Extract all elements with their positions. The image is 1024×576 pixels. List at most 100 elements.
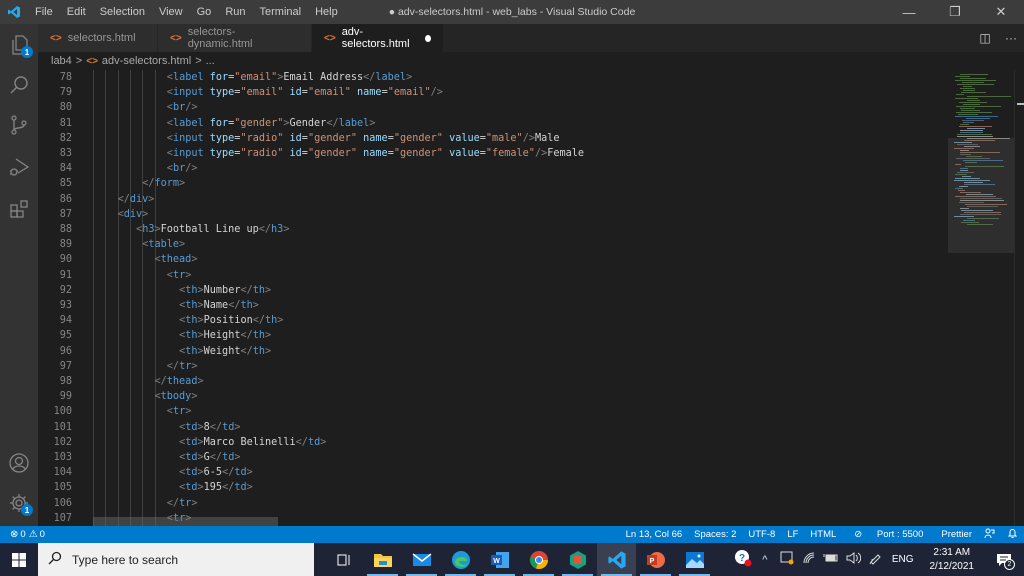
code-line[interactable]: 98 </thead> xyxy=(38,374,948,389)
code-line[interactable]: 89 <table> xyxy=(38,237,948,252)
close-button[interactable]: ✕ xyxy=(978,0,1024,24)
cursor-position[interactable]: Ln 13, Col 66 xyxy=(620,529,689,540)
more-actions-icon[interactable]: ··· xyxy=(998,31,1024,45)
code-line[interactable]: 91 <tr> xyxy=(38,268,948,283)
horizontal-scrollbar[interactable] xyxy=(93,517,278,526)
volume-icon[interactable] xyxy=(842,551,864,568)
code-line[interactable]: 96 <th>Weight</th> xyxy=(38,344,948,359)
minimap[interactable] xyxy=(948,70,1014,526)
code-line[interactable]: 88 <h3>Football Line up</h3> xyxy=(38,222,948,237)
vertical-scrollbar[interactable] xyxy=(1014,70,1024,526)
code-line[interactable]: 82 <input type="radio" id="gender" name="… xyxy=(38,131,948,146)
unsaved-dot-icon[interactable] xyxy=(425,34,431,42)
breadcrumb-symbol[interactable]: ... xyxy=(206,55,215,67)
split-editor-icon[interactable]: ◫ xyxy=(972,31,998,45)
tab-adv-selectors[interactable]: <> adv-selectors.html xyxy=(312,24,444,52)
taskbar-search-box[interactable]: Type here to search xyxy=(38,543,314,576)
menu-go[interactable]: Go xyxy=(190,0,219,24)
code-line[interactable]: 100 <tr> xyxy=(38,404,948,419)
code-line[interactable]: 93 <th>Name</th> xyxy=(38,298,948,313)
tab-selectors-dynamic[interactable]: <> selectors-dynamic.html xyxy=(158,24,312,52)
explorer-button[interactable]: 1 xyxy=(0,26,38,64)
menu-selection[interactable]: Selection xyxy=(93,0,152,24)
menu-view[interactable]: View xyxy=(152,0,190,24)
code-line[interactable]: 87 <div> xyxy=(38,207,948,222)
code-line[interactable]: 80 <br/> xyxy=(38,100,948,115)
end-of-line[interactable]: LF xyxy=(781,529,804,540)
tab-selectors[interactable]: <> selectors.html xyxy=(38,24,158,52)
html-file-icon: <> xyxy=(324,32,336,44)
code-line[interactable]: 95 <th>Height</th> xyxy=(38,328,948,343)
task-view-button[interactable] xyxy=(324,543,363,576)
code-line[interactable]: 85 </form> xyxy=(38,176,948,191)
code-line[interactable]: 81 <label for="gender">Gender</label> xyxy=(38,116,948,131)
taskbar-chrome[interactable] xyxy=(519,543,558,576)
taskbar-edge[interactable] xyxy=(441,543,480,576)
encoding[interactable]: UTF-8 xyxy=(742,529,781,540)
code-line[interactable]: 94 <th>Position</th> xyxy=(38,313,948,328)
taskbar-app-green[interactable] xyxy=(558,543,597,576)
tray-app-icon[interactable] xyxy=(776,551,798,568)
live-server-port[interactable]: ⊘ Port : 5500 xyxy=(842,529,935,540)
menu-run[interactable]: Run xyxy=(218,0,252,24)
extensions-button[interactable] xyxy=(0,190,38,228)
code-line[interactable]: 90 <thead> xyxy=(38,252,948,267)
battery-icon[interactable] xyxy=(820,552,842,567)
wifi-icon[interactable] xyxy=(798,551,820,568)
help-tray-icon[interactable]: ? xyxy=(732,549,754,570)
minimize-button[interactable]: — xyxy=(886,0,932,24)
accounts-button[interactable] xyxy=(0,444,38,482)
code-line[interactable]: 104 <td>6-5</td> xyxy=(38,465,948,480)
notifications-bell-icon[interactable] xyxy=(1001,528,1024,542)
code-text: <br/> xyxy=(166,102,198,114)
input-language[interactable]: ENG xyxy=(886,554,920,565)
code-line[interactable]: 102 <td>Marco Belinelli</td> xyxy=(38,435,948,450)
menu-file[interactable]: File xyxy=(28,0,60,24)
feedback-icon[interactable] xyxy=(978,528,1001,542)
code-line[interactable]: 101 <td>8</td> xyxy=(38,420,948,435)
menu-help[interactable]: Help xyxy=(308,0,345,24)
clock[interactable]: 2:31 AM 2/12/2021 xyxy=(920,546,985,574)
code-line[interactable]: 99 <tbody> xyxy=(38,389,948,404)
code-text: <br/> xyxy=(166,163,198,175)
code-line[interactable]: 79 <input type="email" id="email" name="e… xyxy=(38,85,948,100)
code-line[interactable]: 92 <th>Number</th> xyxy=(38,283,948,298)
language-mode[interactable]: HTML xyxy=(804,529,842,540)
indentation[interactable]: Spaces: 2 xyxy=(688,529,742,540)
prettier-status[interactable]: Prettier xyxy=(935,529,978,540)
menu-edit[interactable]: Edit xyxy=(60,0,93,24)
code-line[interactable]: 97 </tr> xyxy=(38,359,948,374)
search-button[interactable] xyxy=(0,66,38,104)
show-hidden-icons-chevron-icon[interactable]: ^ xyxy=(754,554,776,566)
action-center-button[interactable]: 2 xyxy=(984,543,1024,576)
code-line[interactable]: 84 <br/> xyxy=(38,161,948,176)
code-line[interactable]: 86 </div> xyxy=(38,192,948,207)
breadcrumb-file[interactable]: adv-selectors.html xyxy=(102,55,191,67)
svg-text:P: P xyxy=(649,558,654,565)
scrollbar-thumb[interactable] xyxy=(1017,103,1024,105)
code-editor[interactable]: 78 <label for="email">Email Address</labe… xyxy=(38,70,1024,526)
menu-terminal[interactable]: Terminal xyxy=(253,0,309,24)
windows-logo-icon xyxy=(12,552,26,567)
code-line[interactable]: 106 </tr> xyxy=(38,496,948,511)
source-control-button[interactable] xyxy=(0,106,38,144)
breadcrumb-folder[interactable]: lab4 xyxy=(51,55,72,67)
code-line[interactable]: 103 <td>G</td> xyxy=(38,450,948,465)
code-line[interactable]: 78 <label for="email">Email Address</labe… xyxy=(38,70,948,85)
problems-indicator[interactable]: ⊗ 0 ⚠ 0 xyxy=(0,529,45,540)
minimap-slider[interactable] xyxy=(948,138,1014,253)
taskbar-powerpoint[interactable]: P xyxy=(636,543,675,576)
taskbar-vscode[interactable] xyxy=(597,543,636,576)
pen-ink-icon[interactable] xyxy=(864,551,886,568)
manage-button[interactable]: 1 xyxy=(0,484,38,522)
run-debug-button[interactable] xyxy=(0,148,38,186)
taskbar-photos[interactable] xyxy=(675,543,714,576)
code-line[interactable]: 105 <td>195</td> xyxy=(38,480,948,495)
restore-button[interactable]: ❐ xyxy=(932,0,978,24)
taskbar-file-explorer[interactable] xyxy=(363,543,402,576)
code-line[interactable]: 83 <input type="radio" id="gender" name="… xyxy=(38,146,948,161)
taskbar-word[interactable]: W xyxy=(480,543,519,576)
taskbar-mail[interactable] xyxy=(402,543,441,576)
code-text: </div> xyxy=(117,193,155,205)
start-button[interactable] xyxy=(0,543,38,576)
